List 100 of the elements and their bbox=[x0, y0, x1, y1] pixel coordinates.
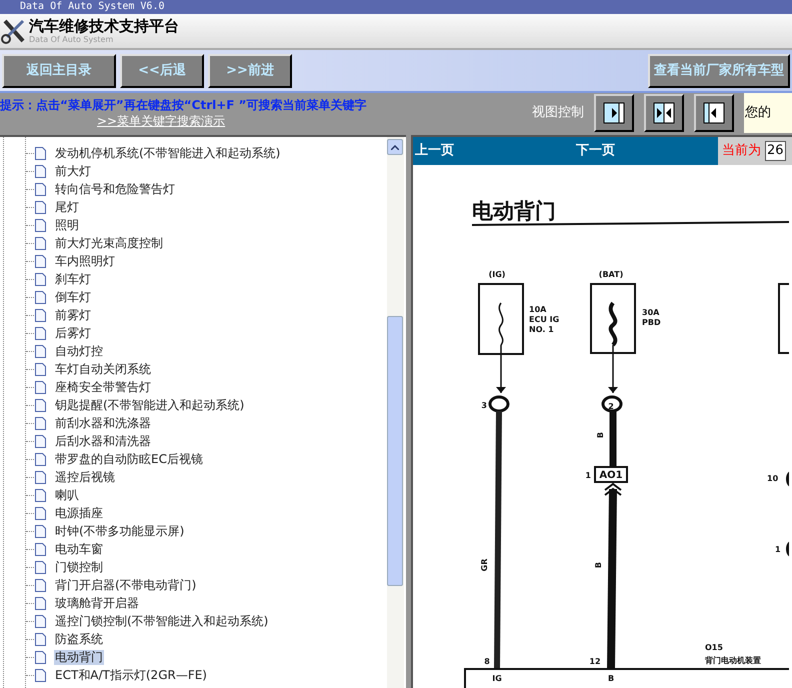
view-button[interactable] bbox=[694, 94, 734, 132]
current-page-label: 当前为 bbox=[722, 142, 761, 160]
diagram-label: PBD bbox=[642, 318, 661, 327]
scroll-up-button[interactable] bbox=[387, 139, 403, 155]
diagram-label: B bbox=[608, 674, 614, 683]
document-icon bbox=[35, 596, 46, 610]
tree-item[interactable]: 时钟(不带多功能显示屏) bbox=[54, 524, 186, 538]
document-icon bbox=[35, 308, 46, 322]
document-icon bbox=[35, 200, 46, 214]
diagram-label: ECU IG bbox=[529, 315, 560, 324]
connector-box bbox=[594, 466, 628, 483]
tree-item[interactable]: 自动灯控 bbox=[54, 344, 104, 358]
chevron-up-icon bbox=[391, 144, 399, 150]
page-number-field[interactable]: 26 bbox=[765, 141, 786, 161]
document-icon bbox=[35, 326, 46, 340]
scroll-thumb[interactable] bbox=[387, 316, 403, 586]
document-icon bbox=[35, 668, 46, 682]
diagram-label: 8 bbox=[484, 657, 490, 666]
app-subtitle: Data Of Auto System bbox=[29, 35, 114, 45]
user-info-text: 您的 bbox=[745, 104, 771, 122]
diagram-label: B bbox=[596, 432, 605, 438]
next-page-link[interactable]: 下一页 bbox=[576, 141, 615, 161]
document-icon bbox=[35, 236, 46, 250]
tree-item[interactable]: ECT和A/T指示灯(2GR—FE) bbox=[54, 668, 208, 682]
tree-item[interactable]: 前大灯 bbox=[54, 164, 92, 178]
document-icon bbox=[35, 560, 46, 574]
app-title: 汽车维修技术支持平台 bbox=[29, 17, 179, 35]
fuse-box bbox=[590, 283, 636, 354]
diagram-label: 12 bbox=[589, 657, 601, 666]
document-icon bbox=[35, 542, 46, 556]
wire bbox=[496, 345, 506, 393]
prev-page-link[interactable]: 上一页 bbox=[415, 141, 454, 161]
wire bbox=[608, 345, 618, 393]
tree-item[interactable]: 转向信号和危险警告灯 bbox=[54, 182, 176, 196]
tree-item[interactable]: 发动机停机系统(不带智能进入和起动系统) bbox=[54, 146, 282, 160]
connector-chevron bbox=[604, 482, 622, 496]
diagram-label: (BAT) bbox=[598, 270, 624, 279]
tree-item[interactable]: 遥控后视镜 bbox=[54, 470, 116, 484]
diagram-label: AO1 bbox=[599, 470, 623, 481]
diagram-label: (IG) bbox=[488, 270, 506, 279]
tree-item[interactable]: 倒车灯 bbox=[54, 290, 92, 304]
connector-pin bbox=[602, 396, 622, 412]
fuse-box bbox=[478, 283, 524, 355]
diagram-label: IG bbox=[492, 674, 502, 683]
diagram-label: 背门电动机装置 bbox=[705, 656, 761, 665]
window-title: Data Of Auto System V6.0 bbox=[20, 2, 164, 12]
diagram-label: 30A bbox=[642, 308, 660, 317]
scrollbar[interactable] bbox=[387, 137, 404, 688]
arrows-inward-icon bbox=[653, 102, 675, 124]
diagram-label: 10A bbox=[529, 305, 546, 314]
tree-item[interactable]: 电动车窗 bbox=[54, 542, 104, 556]
tools-icon bbox=[1, 17, 27, 45]
tree-item[interactable]: 电源插座 bbox=[54, 506, 104, 520]
tree-item[interactable]: 车灯自动关闭系统 bbox=[54, 362, 152, 376]
tree-item[interactable]: 前刮水器和洗涤器 bbox=[54, 416, 152, 430]
tree-item[interactable]: 电动背门 bbox=[54, 650, 104, 664]
wire bbox=[610, 411, 616, 466]
hint-text: 提示：点击“菜单展开”再在键盘按“Ctrl+F ”可搜索当前菜单关键字 bbox=[0, 97, 368, 113]
document-icon bbox=[35, 614, 46, 628]
document-icon bbox=[35, 470, 46, 484]
document-icon bbox=[35, 488, 46, 502]
tree-item[interactable]: 尾灯 bbox=[54, 200, 80, 214]
tree-item[interactable]: 后雾灯 bbox=[54, 326, 92, 340]
tree-item[interactable]: 玻璃舱背开启器 bbox=[54, 596, 140, 610]
document-icon bbox=[35, 164, 46, 178]
document-icon bbox=[35, 506, 46, 520]
view-button[interactable] bbox=[644, 94, 684, 132]
view-button[interactable] bbox=[594, 94, 634, 132]
document-icon bbox=[35, 146, 46, 160]
tree-item[interactable]: 照明 bbox=[54, 218, 80, 232]
tree-item[interactable]: 钥匙提醒(不带智能进入和起动系统) bbox=[54, 398, 246, 412]
tree-item[interactable]: 座椅安全带警告灯 bbox=[54, 380, 152, 394]
tree-item[interactable]: 遥控门锁控制(不带智能进入和起动系统) bbox=[54, 614, 270, 628]
tree-item[interactable]: 喇叭 bbox=[54, 488, 80, 502]
document-icon bbox=[35, 380, 46, 394]
tree-item[interactable]: 后刮水器和清洗器 bbox=[54, 434, 152, 448]
fuse-symbol bbox=[608, 302, 618, 346]
tree-item[interactable]: 门锁控制 bbox=[54, 560, 104, 574]
document-icon bbox=[35, 452, 46, 466]
tree-item[interactable]: 防盗系统 bbox=[54, 632, 104, 646]
document-icon bbox=[35, 344, 46, 358]
document-icon bbox=[35, 398, 46, 412]
connector-pin bbox=[488, 396, 510, 412]
document-icon bbox=[35, 416, 46, 430]
connector-pin bbox=[786, 541, 789, 557]
diagram-label: 1 bbox=[775, 545, 781, 554]
document-icon bbox=[35, 254, 46, 268]
tree-item[interactable]: 刹车灯 bbox=[54, 272, 92, 286]
fuse-symbol bbox=[498, 302, 504, 346]
tree-item[interactable]: 前雾灯 bbox=[54, 308, 92, 322]
tree-item[interactable]: 带罗盘的自动防眩EC后视镜 bbox=[54, 452, 204, 466]
document-icon bbox=[35, 650, 46, 664]
tree-item[interactable]: 前大灯光束高度控制 bbox=[54, 236, 164, 250]
tree-item[interactable]: 车内照明灯 bbox=[54, 254, 116, 268]
document-icon bbox=[35, 272, 46, 286]
tree-item[interactable]: 背门开启器(不带电动背门) bbox=[54, 578, 198, 592]
diagram-label: 3 bbox=[481, 401, 487, 410]
diagram-label: 2 bbox=[608, 402, 614, 411]
document-icon bbox=[35, 524, 46, 538]
document-icon bbox=[35, 362, 46, 376]
